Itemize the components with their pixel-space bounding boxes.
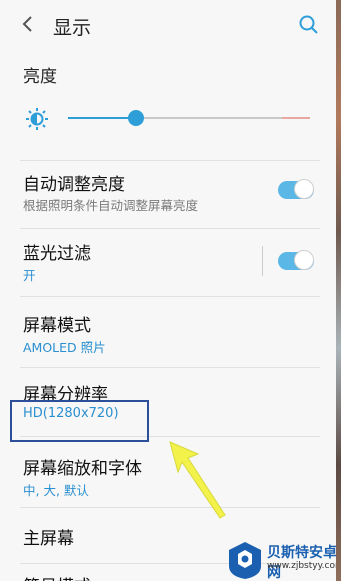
brightness-slider-fill <box>68 117 136 119</box>
sun-icon <box>26 108 48 130</box>
setting-title: 蓝光过滤 <box>23 244 91 264</box>
brightness-slider-thumb[interactable] <box>127 110 144 126</box>
brightness-control <box>20 102 320 136</box>
setting-title: 主屏幕 <box>23 529 74 549</box>
setting-screen-mode[interactable]: 屏幕模式 AMOLED 照片 <box>0 297 336 367</box>
auto-brightness-toggle[interactable] <box>278 179 314 199</box>
setting-title: 屏幕缩放和字体 <box>23 459 142 479</box>
back-arrow-icon[interactable] <box>18 12 38 36</box>
toggle-knob <box>294 179 314 199</box>
display-settings-screen: 显示 亮度 自动调整亮度 根据照明条件自动调整屏幕亮度 蓝光过滤 开 屏幕模式 … <box>0 0 336 581</box>
setting-title: 简易模式 <box>23 572 91 581</box>
watermark-url: www.zjbstyy.com <box>267 561 336 571</box>
blue-light-filter-toggle[interactable] <box>278 250 314 270</box>
setting-subtitle: 开 <box>23 268 36 283</box>
background-edge <box>336 0 341 581</box>
setting-title: 屏幕模式 <box>23 316 91 336</box>
setting-blue-light-filter[interactable]: 蓝光过滤 开 <box>0 229 336 296</box>
page-title: 显示 <box>53 17 92 39</box>
search-icon[interactable] <box>296 12 322 38</box>
setting-auto-brightness[interactable]: 自动调整亮度 根据照明条件自动调整屏幕亮度 <box>0 161 336 228</box>
arrow-icon <box>169 441 226 519</box>
setting-subtitle: AMOLED 照片 <box>23 340 106 355</box>
brightness-title: 亮度 <box>23 67 57 87</box>
vertical-separator <box>262 246 263 276</box>
brightness-slider[interactable] <box>68 110 310 126</box>
highlight-box <box>10 400 149 442</box>
app-header: 显示 <box>0 0 336 50</box>
watermark-logo-icon <box>229 542 261 579</box>
toggle-knob <box>294 250 314 270</box>
brightness-slider-warning-zone <box>282 117 310 119</box>
setting-subtitle: 根据照明条件自动调整屏幕亮度 <box>23 198 199 213</box>
watermark: 贝斯特安卓网 www.zjbstyy.com <box>220 540 336 581</box>
setting-subtitle: 中, 大, 默认 <box>23 483 89 498</box>
setting-title: 自动调整亮度 <box>23 175 125 195</box>
